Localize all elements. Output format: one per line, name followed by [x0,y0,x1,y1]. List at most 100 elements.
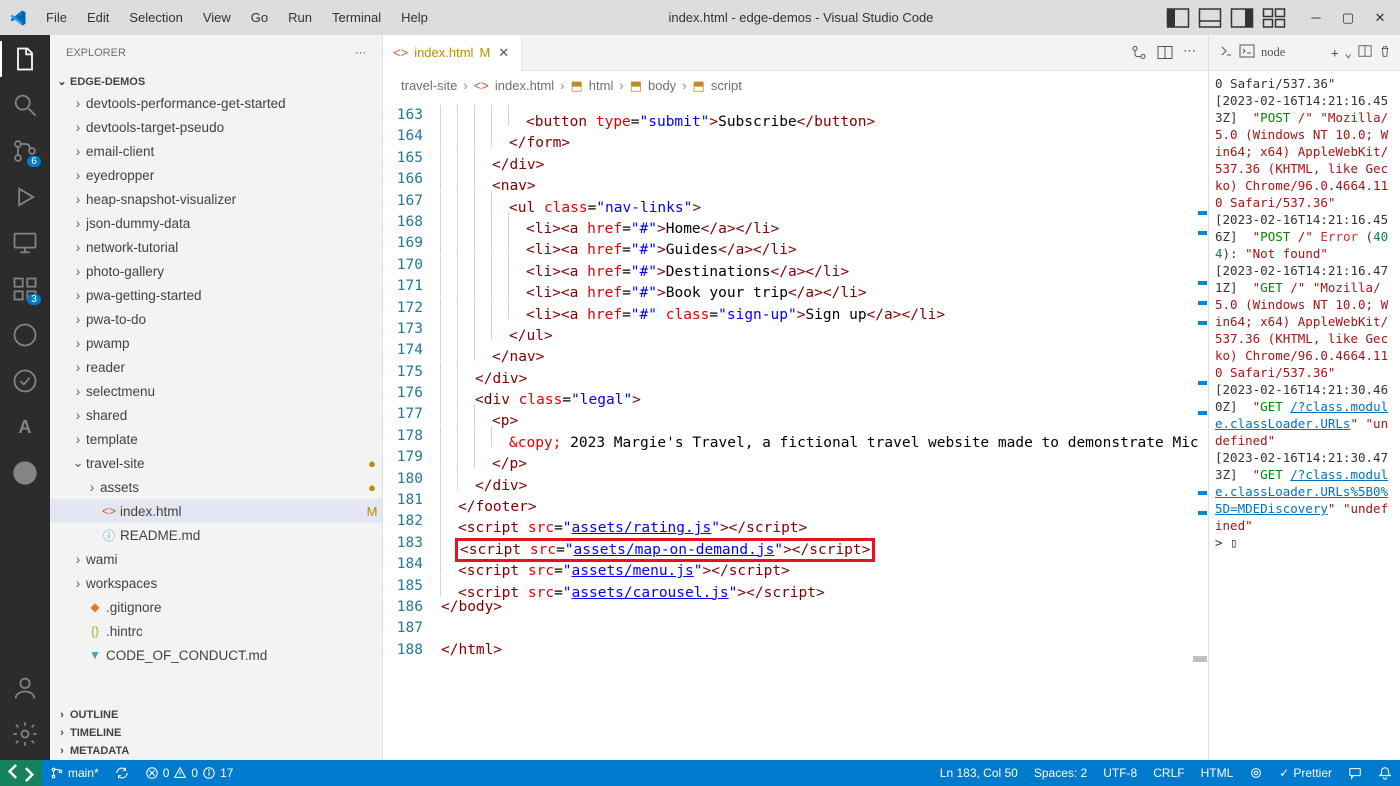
menu-file[interactable]: File [38,6,75,29]
github-icon[interactable] [11,459,39,487]
code-line-169[interactable]: <li><a href="#">Guides</a></li> [441,233,1208,254]
code-line-166[interactable]: <nav> [441,169,1208,190]
tree-item-pwamp[interactable]: ›pwamp [50,331,382,355]
tree-item-code-of-conduct-md[interactable]: ▼CODE_OF_CONDUCT.md [50,643,382,667]
tree-item-workspaces[interactable]: ›workspaces [50,571,382,595]
overview-ruler[interactable] [1194,101,1208,760]
code-line-188[interactable]: </html> [441,640,1208,661]
problems[interactable]: 0 0 17 [137,766,242,780]
tree-item-index-html[interactable]: <>index.htmlM [50,499,382,523]
encoding[interactable]: UTF-8 [1095,766,1145,780]
terminal-dropdown-icon[interactable]: ⌄ [1344,45,1352,60]
sidebar-more-icon[interactable]: ⋯ [355,46,366,59]
accounts-icon[interactable] [11,674,39,702]
extensions-icon[interactable]: 3 [11,275,39,303]
tree-item-eyedropper[interactable]: ›eyedropper [50,163,382,187]
code-line-185[interactable]: <script src="assets/carousel.js"></scrip… [441,576,1208,597]
tree-item-readme-md[interactable]: ⓘREADME.md [50,523,382,547]
code-line-176[interactable]: <div class="legal"> [441,383,1208,404]
tree-item-pwa-to-do[interactable]: ›pwa-to-do [50,307,382,331]
tree-item-devtools-performance-get-started[interactable]: ›devtools-performance-get-started [50,91,382,115]
layout-bottom-icon[interactable] [1198,6,1222,30]
feedback-icon[interactable] [1340,766,1370,780]
breadcrumb[interactable]: travel-site› <>index.html› ⬒html› ⬒body›… [383,71,1208,101]
tree-item-devtools-target-pseudo[interactable]: ›devtools-target-pseudo [50,115,382,139]
menu-help[interactable]: Help [393,6,436,29]
close-button[interactable]: ✕ [1368,6,1392,30]
split-terminal-icon[interactable] [1358,44,1372,61]
tree-item-selectmenu[interactable]: ›selectmenu [50,379,382,403]
tree-item-photo-gallery[interactable]: ›photo-gallery [50,259,382,283]
menu-selection[interactable]: Selection [121,6,190,29]
tree-item-template[interactable]: ›template [50,427,382,451]
menu-terminal[interactable]: Terminal [324,6,389,29]
compare-changes-icon[interactable] [1131,43,1147,62]
menu-run[interactable]: Run [280,6,320,29]
explorer-icon[interactable] [11,45,39,73]
code-line-183[interactable]: <script src="assets/map-on-demand.js"></… [441,533,1208,554]
source-control-icon[interactable]: 6 [11,137,39,165]
tree-item-travel-site[interactable]: ⌄travel-site● [50,451,382,475]
code-line-181[interactable]: </footer> [441,490,1208,511]
new-terminal-icon[interactable]: + [1331,45,1339,60]
terminal-icon[interactable] [1239,43,1255,62]
eol[interactable]: CRLF [1145,766,1192,780]
menu-view[interactable]: View [195,6,239,29]
code-line-182[interactable]: <script src="assets/rating.js"></script> [441,511,1208,532]
code-line-171[interactable]: <li><a href="#">Book your trip</a></li> [441,276,1208,297]
tree-item-json-dummy-data[interactable]: ›json-dummy-data [50,211,382,235]
remote-explorer-icon[interactable] [11,229,39,257]
tree-item-shared[interactable]: ›shared [50,403,382,427]
testing-icon[interactable] [11,367,39,395]
code-line-175[interactable]: </div> [441,362,1208,383]
settings-icon[interactable] [11,720,39,748]
terminal-output[interactable]: 0 Safari/537.36" [2023-02-16T14:21:16.45… [1209,71,1400,760]
code-line-174[interactable]: </nav> [441,340,1208,361]
code-line-180[interactable]: </div> [441,469,1208,490]
tab-index-html[interactable]: <> index.html M ✕ [383,35,522,71]
tree-item-heap-snapshot-visualizer[interactable]: ›heap-snapshot-visualizer [50,187,382,211]
metadata-section[interactable]: ›METADATA [50,742,382,760]
maximize-button[interactable]: ▢ [1336,6,1360,30]
minimize-button[interactable]: ─ [1304,6,1328,30]
layout-customize-icon[interactable] [1262,6,1286,30]
menu-edit[interactable]: Edit [79,6,117,29]
more-actions-icon[interactable]: ⋯ [1183,43,1196,62]
split-editor-icon[interactable] [1157,43,1173,62]
kill-terminal-icon[interactable] [1378,44,1392,61]
notifications-icon[interactable] [1370,766,1400,780]
prettier-status[interactable]: ✓ Prettier [1271,766,1340,780]
outline-section[interactable]: ›OUTLINE [50,706,382,724]
cursor-position[interactable]: Ln 183, Col 50 [932,766,1026,780]
code-editor[interactable]: 1631641651661671681691701711721731741751… [383,101,1208,760]
tree-item-network-tutorial[interactable]: ›network-tutorial [50,235,382,259]
run-debug-icon[interactable] [11,183,39,211]
menu-go[interactable]: Go [243,6,276,29]
tree-item-wami[interactable]: ›wami [50,547,382,571]
tree-item-email-client[interactable]: ›email-client [50,139,382,163]
language-mode[interactable]: HTML [1193,766,1242,780]
code-line-170[interactable]: <li><a href="#">Destinations</a></li> [441,255,1208,276]
remote-indicator[interactable] [0,760,42,786]
azure-icon[interactable]: A [11,413,39,441]
tree-item--hintrc[interactable]: {}.hintrc [50,619,382,643]
git-branch[interactable]: main* [42,766,107,780]
tab-close-icon[interactable]: ✕ [496,45,511,61]
code-content[interactable]: <button type="submit">Subscribe</button>… [441,101,1208,760]
code-line-168[interactable]: <li><a href="#">Home</a></li> [441,212,1208,233]
tree-item-assets[interactable]: ›assets● [50,475,382,499]
tree-item-reader[interactable]: ›reader [50,355,382,379]
layout-right-icon[interactable] [1230,6,1254,30]
layout-left-icon[interactable] [1166,6,1190,30]
edge-icon[interactable] [11,321,39,349]
code-line-187[interactable] [441,618,1208,639]
tree-item--gitignore[interactable]: ◆.gitignore [50,595,382,619]
code-line-178[interactable]: &copy; 2023 Margie's Travel, a fictional… [441,426,1208,447]
debug-console-icon[interactable] [1217,43,1233,62]
code-line-167[interactable]: <ul class="nav-links"> [441,191,1208,212]
project-section[interactable]: ⌄ EDGE-DEMOS [50,72,382,91]
sync-button[interactable] [107,766,137,780]
indentation[interactable]: Spaces: 2 [1026,766,1095,780]
search-icon[interactable] [11,91,39,119]
terminal-name[interactable]: node [1261,45,1285,60]
